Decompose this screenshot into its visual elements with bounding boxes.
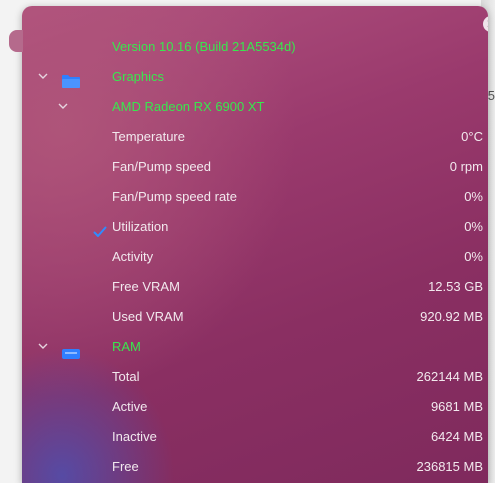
stat-value: 0% <box>464 189 483 204</box>
gpu-header[interactable]: AMD Radeon RX 6900 XT <box>22 92 488 122</box>
ram-section-label: RAM <box>112 339 141 354</box>
stat-value: 6424 MB <box>430 429 483 444</box>
stat-value: 0°C <box>461 129 483 144</box>
stat-value: 920.92 MB <box>420 309 483 324</box>
chevron-down-icon[interactable] <box>38 71 48 81</box>
stat-row[interactable]: Used VRAM 920.92 MB <box>22 302 488 332</box>
stat-row-utilization[interactable]: Utilization 0% <box>22 212 488 242</box>
stat-row[interactable]: Free VRAM 12.53 GB <box>22 272 488 302</box>
stat-row[interactable]: Free 236815 MB <box>22 452 488 482</box>
stat-row[interactable]: Temperature 0°C <box>22 122 488 152</box>
stat-value: 0% <box>464 219 483 234</box>
close-icon[interactable]: ✕ <box>483 16 488 32</box>
gpu-name: AMD Radeon RX 6900 XT <box>112 99 265 114</box>
graphics-section-label: Graphics <box>112 69 165 84</box>
stat-label: Fan/Pump speed rate <box>112 189 238 204</box>
stat-row[interactable]: Active 9681 MB <box>22 392 488 422</box>
stat-label: Used VRAM <box>112 309 184 324</box>
stat-value: 0% <box>464 249 483 264</box>
stat-value: 12.53 GB <box>428 279 483 294</box>
folder-icon <box>61 70 81 88</box>
popover-arrow <box>9 30 23 52</box>
stat-row[interactable]: Activity 0% <box>22 242 488 272</box>
stat-row[interactable]: Inactive 6424 MB <box>22 422 488 452</box>
stat-label: Activity <box>112 249 154 264</box>
stat-value: 0 rpm <box>449 159 483 174</box>
memory-icon <box>61 341 81 359</box>
stat-label: Fan/Pump speed <box>112 159 212 174</box>
chevron-down-icon[interactable] <box>38 341 48 351</box>
stat-label: Total <box>112 369 140 384</box>
version-row: Version 10.16 (Build 21A5534d) <box>22 32 488 62</box>
stat-label: Active <box>112 399 148 414</box>
stat-row[interactable]: Fan/Pump speed rate 0% <box>22 182 488 212</box>
stat-label: Utilization <box>112 219 169 234</box>
chevron-down-icon[interactable] <box>58 101 68 111</box>
stat-label: Temperature <box>112 129 185 144</box>
stat-label: Inactive <box>112 429 157 444</box>
stat-value: 262144 MB <box>416 369 484 384</box>
stat-row[interactable]: Total 262144 MB <box>22 362 488 392</box>
stat-value: 236815 MB <box>416 459 484 474</box>
ram-section-header[interactable]: RAM <box>22 332 488 362</box>
stat-value: 9681 MB <box>430 399 483 414</box>
background-text-fragment: 5 <box>487 88 495 103</box>
stat-label: Free <box>112 459 139 474</box>
checkmark-icon <box>93 220 107 237</box>
stats-popover: ✕ Version 10.16 (Build 21A5534d) Graphic… <box>22 6 488 483</box>
screen: 5 ✕ Version 10.16 (Build 21A5534d) Graph… <box>0 0 495 483</box>
stat-label: Free VRAM <box>112 279 180 294</box>
graphics-section-header[interactable]: Graphics <box>22 62 488 92</box>
version-label: Version 10.16 (Build 21A5534d) <box>112 39 296 54</box>
stat-row[interactable]: Fan/Pump speed 0 rpm <box>22 152 488 182</box>
